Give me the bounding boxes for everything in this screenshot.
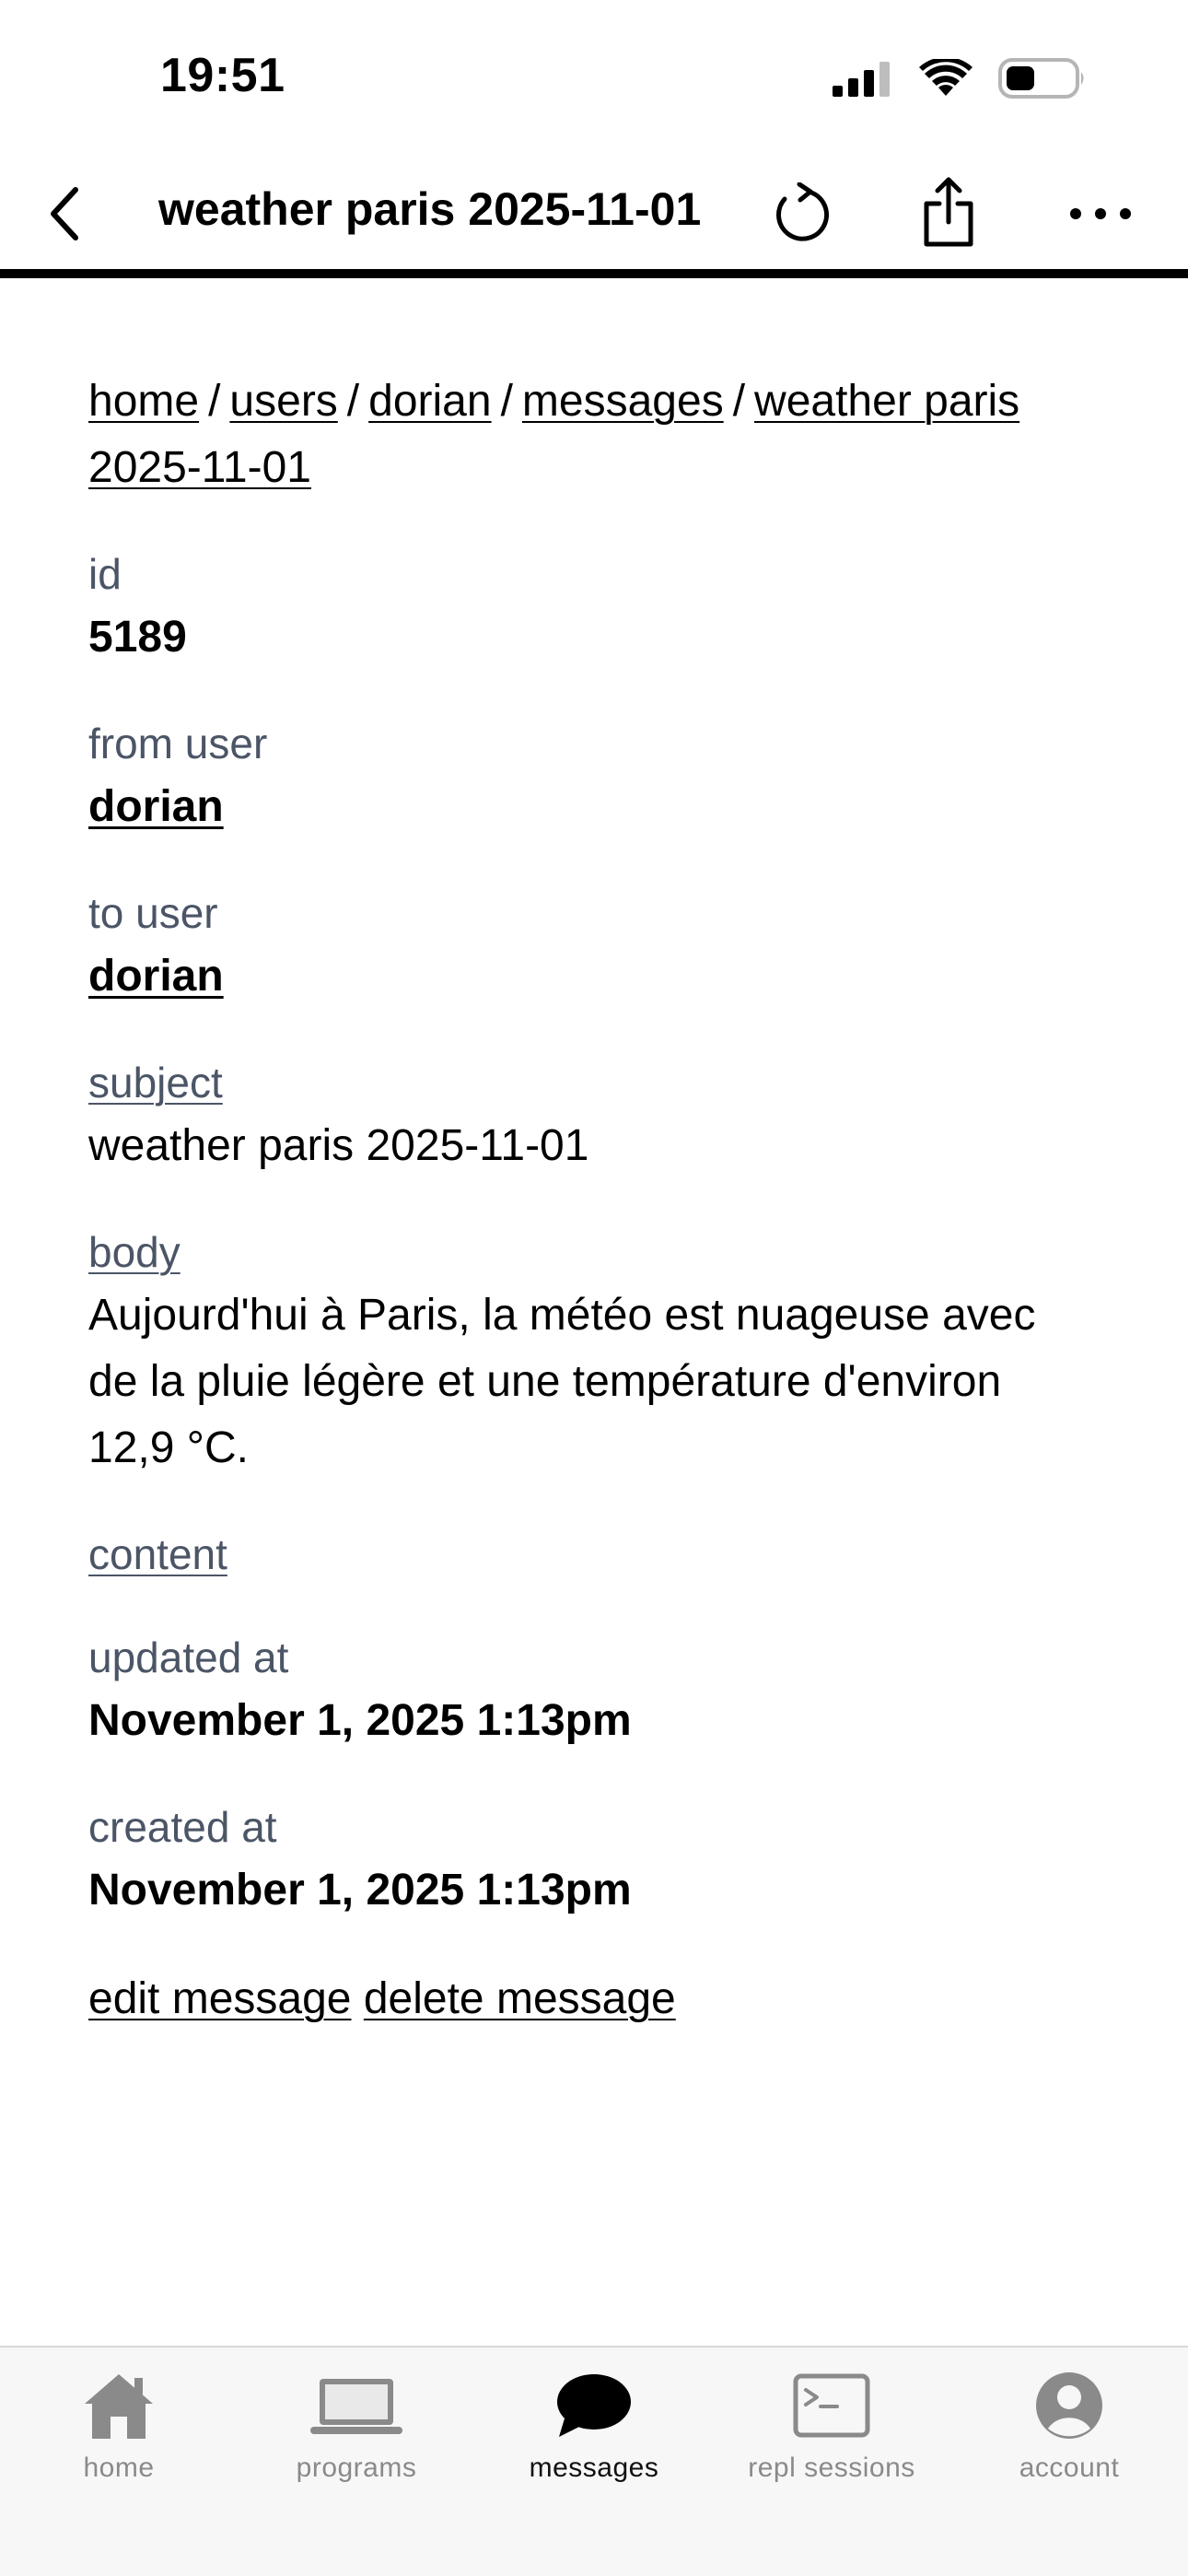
to-user-link[interactable]: dorian <box>88 943 224 1010</box>
field-created-at: created at November 1, 2025 1:13pm <box>88 1797 1101 1924</box>
tab-label: messages <box>529 2453 659 2483</box>
field-updated-at: updated at November 1, 2025 1:13pm <box>88 1627 1101 1754</box>
subject-label-link[interactable]: subject <box>88 1052 223 1113</box>
back-button[interactable] <box>28 177 101 251</box>
tab-label: home <box>83 2453 155 2483</box>
wifi-icon <box>919 59 973 96</box>
tab-bar: home programs messages repl sessions acc… <box>0 2346 1188 2576</box>
from-user-link[interactable]: dorian <box>88 774 224 840</box>
field-value: November 1, 2025 1:13pm <box>88 1696 632 1745</box>
field-subject: subject weather paris 2025-11-01 <box>88 1052 1101 1179</box>
more-icon <box>1070 208 1131 219</box>
field-label: id <box>88 550 122 598</box>
breadcrumb-separator: / <box>500 377 513 426</box>
breadcrumb: home / users / dorian / messages / weather paris… <box>88 369 1101 501</box>
status-time: 19:51 <box>160 49 285 102</box>
battery-icon <box>998 58 1084 99</box>
breadcrumb-dorian[interactable]: dorian <box>368 377 491 426</box>
field-value: Aujourd'hui à Paris, la météo est nuageu… <box>88 1291 1036 1472</box>
field-label: to user <box>88 889 218 937</box>
reload-button[interactable] <box>764 177 838 251</box>
body-label-link[interactable]: body <box>88 1222 181 1282</box>
field-to-user: to user dorian <box>88 883 1101 1010</box>
edit-message-link[interactable]: edit message <box>88 1974 352 2023</box>
field-value: November 1, 2025 1:13pm <box>88 1866 632 1914</box>
person-circle-icon <box>1035 2366 1103 2445</box>
field-body: body Aujourd'hui à Paris, la météo est n… <box>88 1222 1101 1481</box>
tab-label: account <box>1019 2453 1120 2483</box>
tab-repl-sessions[interactable]: repl sessions <box>713 2366 950 2504</box>
share-icon <box>924 177 973 247</box>
tab-account[interactable]: account <box>950 2366 1188 2504</box>
message-actions: edit message delete message <box>88 1966 1101 2032</box>
laptop-icon <box>310 2366 402 2445</box>
message-detail: home / users / dorian / messages / weather paris… <box>88 369 1101 2032</box>
page-title: weather paris 2025-11-01 <box>158 183 702 235</box>
breadcrumb-home[interactable]: home <box>88 377 199 426</box>
content-label-link[interactable]: content <box>88 1524 227 1585</box>
breadcrumb-separator: / <box>732 377 746 426</box>
chat-bubble-icon <box>555 2366 633 2445</box>
status-icons <box>833 57 1087 100</box>
tab-programs[interactable]: programs <box>238 2366 475 2504</box>
breadcrumb-users[interactable]: users <box>229 377 337 426</box>
field-value: weather paris 2025-11-01 <box>88 1121 589 1170</box>
terminal-icon <box>793 2366 870 2445</box>
field-label: from user <box>88 720 268 767</box>
navigation-bar: weather paris 2025-11-01 <box>0 157 1188 278</box>
nav-divider <box>0 269 1188 278</box>
field-id: id 5189 <box>88 544 1101 671</box>
tab-label: programs <box>296 2453 417 2483</box>
status-bar: 19:51 <box>0 0 1188 157</box>
breadcrumb-messages[interactable]: messages <box>522 377 724 426</box>
field-from-user: from user dorian <box>88 713 1101 840</box>
delete-message-link[interactable]: delete message <box>364 1974 676 2023</box>
breadcrumb-separator: / <box>346 377 360 426</box>
field-content: content <box>88 1524 1101 1585</box>
house-icon <box>81 2366 157 2445</box>
chevron-left-icon <box>51 187 78 240</box>
more-options-button[interactable] <box>1059 177 1142 251</box>
tab-home[interactable]: home <box>0 2366 238 2504</box>
field-value: 5189 <box>88 613 187 662</box>
breadcrumb-separator: / <box>208 377 221 426</box>
tab-messages[interactable]: messages <box>475 2366 713 2504</box>
share-button[interactable] <box>912 173 985 252</box>
field-label: created at <box>88 1803 277 1851</box>
tab-label: repl sessions <box>748 2453 915 2483</box>
cellular-signal-icon <box>833 62 890 97</box>
reload-icon <box>776 182 830 241</box>
field-label: updated at <box>88 1633 289 1681</box>
